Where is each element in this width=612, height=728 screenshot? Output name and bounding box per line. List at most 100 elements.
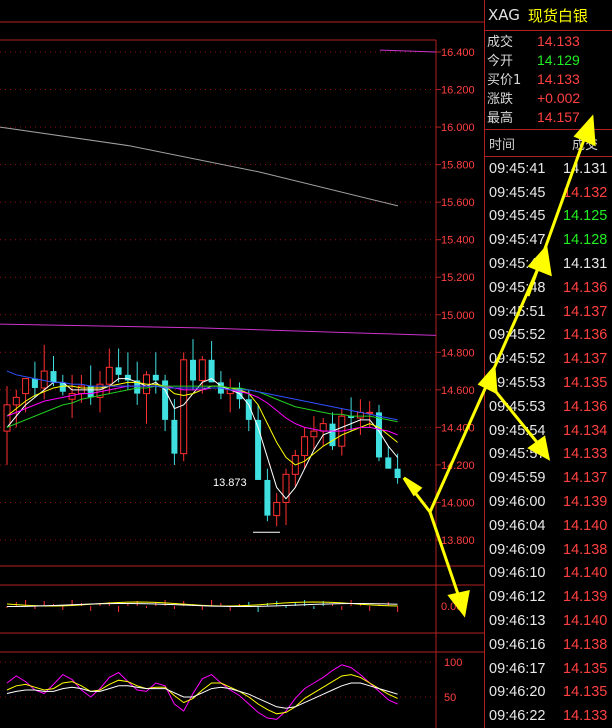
price-tick-label: 14.000 xyxy=(441,497,475,509)
price-tick-label: 14.200 xyxy=(441,460,475,472)
candle-body xyxy=(12,396,20,406)
candle-body xyxy=(171,419,178,454)
candle xyxy=(255,404,262,480)
quote-value: +0.002 xyxy=(537,89,581,106)
oscillator-panel: 100 50 xyxy=(0,657,462,720)
candle xyxy=(338,408,346,456)
quote-rows: 成交 14.133 今开 14.129 买价1 14.133 涨跌 +0.002 最高 14.15… xyxy=(485,31,612,127)
tick-price: 14.136 xyxy=(563,327,608,344)
tick-list[interactable]: 09:45:41 14.131 09:45:45 14.132 09:45:45 14.1… xyxy=(485,157,612,728)
tick-time: 09:45:45 xyxy=(489,208,546,225)
candle-body xyxy=(394,468,401,479)
candle-body xyxy=(319,423,327,432)
price-axis-labels: 16.400 16.200 16.000 15.800 15.600 15.400 15.2… xyxy=(441,47,475,547)
candle-body xyxy=(22,378,30,395)
candle xyxy=(152,352,159,394)
quote-row: 涨跌 +0.002 xyxy=(485,88,612,108)
instrument-name: 现货白银 xyxy=(527,6,588,25)
candle-body xyxy=(50,371,57,383)
candle xyxy=(394,453,401,484)
candle xyxy=(59,374,66,396)
quote-row: 买价1 14.133 xyxy=(485,69,612,89)
tick-time: 09:46:16 xyxy=(489,636,546,653)
tick-row: 09:45:47 14.131 xyxy=(485,252,612,276)
tick-price: 14.136 xyxy=(563,279,608,296)
quote-value: 14.129 xyxy=(537,51,580,68)
price-tick-label: 16.200 xyxy=(441,85,475,97)
tick-time: 09:45:51 xyxy=(489,303,546,320)
tick-time: 09:46:00 xyxy=(489,494,546,511)
quote-value: 14.157 xyxy=(537,108,580,125)
tick-row: 09:45:41 14.131 xyxy=(485,157,612,181)
tick-price: 14.133 xyxy=(563,446,608,463)
tick-row: 09:45:51 14.137 xyxy=(485,300,612,324)
tick-row: 09:45:53 14.135 xyxy=(485,371,612,395)
tick-row: 09:45:57 14.133 xyxy=(485,443,612,467)
candle xyxy=(348,397,355,432)
tick-row: 09:46:20 14.135 xyxy=(485,681,612,705)
tick-row: 09:45:59 14.137 xyxy=(485,466,612,490)
tick-row: 09:45:52 14.137 xyxy=(485,347,612,371)
quote-label: 买价1 xyxy=(487,73,522,88)
candle xyxy=(124,352,131,390)
tick-time: 09:46:13 xyxy=(489,613,546,630)
tick-time: 09:45:53 xyxy=(489,398,546,415)
quote-header: XAG 现货白银 xyxy=(485,0,612,31)
price-tick-label: 14.800 xyxy=(441,347,475,359)
tick-row: 09:45:47 14.128 xyxy=(485,228,612,252)
quote-row: 今开 14.129 xyxy=(485,50,612,70)
candle-body xyxy=(40,370,48,389)
tick-time: 09:45:57 xyxy=(489,446,546,463)
price-tick-label: 15.800 xyxy=(441,160,475,172)
tick-price: 14.132 xyxy=(563,184,608,201)
tick-price: 14.131 xyxy=(563,160,608,177)
candle xyxy=(162,374,169,432)
candle-body xyxy=(385,457,392,469)
quote-value: 14.133 xyxy=(537,70,580,87)
price-tick-label: 13.800 xyxy=(441,535,475,547)
tick-row: 09:45:53 14.136 xyxy=(485,395,612,419)
osc-tick-label: 100 xyxy=(444,657,462,669)
candle xyxy=(376,404,382,462)
osc-line xyxy=(6,674,398,715)
quote-value: 14.133 xyxy=(537,32,580,49)
candle xyxy=(264,468,271,522)
tick-row: 09:46:04 14.140 xyxy=(485,514,612,538)
quote-label: 成交 xyxy=(487,35,514,50)
tick-price: 14.139 xyxy=(563,494,608,511)
long-ma-lines xyxy=(0,49,437,336)
candle-body xyxy=(273,501,281,517)
candle-body xyxy=(152,374,159,381)
tick-price: 14.135 xyxy=(563,375,608,392)
candle xyxy=(226,378,234,413)
tick-time: 09:45:52 xyxy=(489,351,546,368)
tick-price: 14.137 xyxy=(563,351,608,368)
tick-row: 09:45:45 14.125 xyxy=(485,205,612,229)
tick-time: 09:46:04 xyxy=(489,517,546,534)
candle-body xyxy=(198,359,206,381)
candle xyxy=(68,374,76,418)
kline-chart: 16.400 16.200 16.000 15.800 15.600 15.400 15.2… xyxy=(0,21,484,728)
tick-row: 09:45:45 14.132 xyxy=(485,181,612,205)
tick-row: 09:46:10 14.140 xyxy=(485,562,612,586)
candle xyxy=(31,361,38,398)
candle xyxy=(356,399,364,435)
tick-time: 09:45:59 xyxy=(489,470,546,487)
quote-row: 成交 14.133 xyxy=(485,31,612,51)
low-price-label: 13.873 xyxy=(213,477,247,489)
tick-price: 14.135 xyxy=(563,684,608,701)
tick-time: 09:46:10 xyxy=(489,565,546,582)
candle-body xyxy=(366,411,374,414)
tick-time: 09:45:45 xyxy=(489,184,546,201)
price-tick-label: 15.200 xyxy=(441,272,475,284)
candle xyxy=(273,493,281,527)
tick-header-time: 时间 xyxy=(489,137,516,153)
price-tick-label: 15.400 xyxy=(441,235,475,247)
price-tick-label: 15.600 xyxy=(441,197,475,209)
tick-price: 14.135 xyxy=(563,660,608,677)
candle xyxy=(385,446,392,469)
tick-price: 14.137 xyxy=(563,303,608,320)
price-tick-label: 16.000 xyxy=(441,122,475,134)
candle xyxy=(310,416,318,450)
osc-line xyxy=(6,664,398,720)
